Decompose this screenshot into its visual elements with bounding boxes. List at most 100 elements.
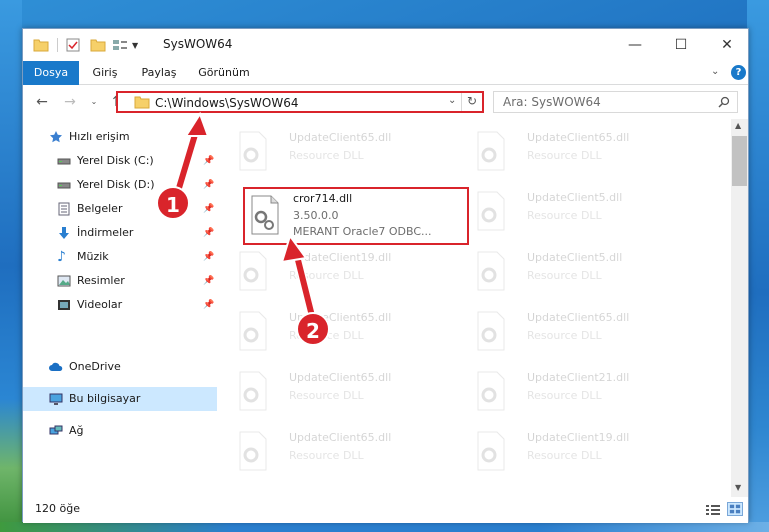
file-name: UpdateClient65.dll [527,131,630,144]
scrollbar-thumb[interactable] [732,136,747,186]
file-item[interactable]: UpdateClient19.dll Resource DLL [219,247,449,299]
file-description: Resource DLL [527,209,602,222]
maximize-button[interactable]: ☐ [658,29,704,61]
minimize-button[interactable]: — [612,29,658,61]
chevron-down-icon[interactable]: ▼ [132,41,138,50]
sidebar-item-label: Videolar [77,298,123,311]
file-item[interactable]: UpdateClient65.dll Resource DLL [457,127,687,179]
quick-access-toolbar: ▼ [33,37,138,53]
view-options-icon[interactable] [112,38,128,52]
sidebar-item-local-disk-d[interactable]: Yerel Disk (D:) 📌 [23,173,217,197]
dll-file-icon [477,251,505,291]
file-description: Resource DLL [289,449,364,462]
file-item[interactable]: UpdateClient65.dll Resource DLL [219,427,449,479]
explorer-window: ▼ SysWOW64 — ☐ ✕ Dosya Giriş Paylaş Görü… [22,28,749,523]
sidebar-item-label: Müzik [77,250,109,263]
scroll-up-icon[interactable]: ▲ [735,121,741,130]
sidebar-item-label: Yerel Disk (C:) [77,154,154,167]
cloud-icon [49,362,63,371]
sidebar-item-pictures[interactable]: Resimler 📌 [23,269,217,293]
details-view-icon[interactable] [705,503,721,517]
pin-icon[interactable]: 📌 [203,245,214,269]
music-icon: ♪ [57,249,66,265]
pin-icon[interactable]: 📌 [203,173,214,197]
help-icon[interactable]: ? [731,65,746,80]
drive-icon [57,182,71,189]
desktop-wallpaper-right [747,0,769,532]
sidebar-item-quick-access[interactable]: Hızlı erişim [23,125,217,149]
sidebar-item-label: OneDrive [69,360,121,373]
desktop-wallpaper-left [0,0,22,532]
sidebar-item-onedrive[interactable]: OneDrive [23,355,217,379]
window-title: SysWOW64 [163,37,233,51]
navigation-pane: Hızlı erişim Yerel Disk (C:) 📌 Yerel Dis… [23,119,217,479]
network-icon [49,425,63,435]
new-folder-icon[interactable] [90,38,106,52]
tab-file[interactable]: Dosya [23,61,79,85]
recent-locations-icon[interactable]: ⌄ [85,93,103,111]
address-dropdown-icon[interactable]: ⌄ [448,95,456,106]
tab-share[interactable]: Paylaş [135,61,183,85]
file-item[interactable]: UpdateClient19.dll Resource DLL [457,427,687,479]
search-icon [718,96,730,108]
pin-icon[interactable]: 📌 [203,269,214,293]
pin-icon[interactable]: 📌 [203,293,214,317]
file-description: Resource DLL [527,389,602,402]
sidebar-item-label: Hızlı erişim [69,130,130,143]
back-arrow-icon[interactable]: ← [33,93,51,111]
sidebar-item-music[interactable]: ♪ Müzik 📌 [23,245,217,269]
sidebar-item-this-pc[interactable]: Bu bilgisayar [23,387,217,411]
file-item[interactable]: UpdateClient65.dll Resource DLL [219,307,449,359]
item-count: 120 öğe [35,502,80,515]
address-bar[interactable]: C:\Windows\SysWOW64 ⌄ ↻ [116,91,484,113]
computer-icon [49,393,63,405]
file-item[interactable]: UpdateClient65.dll Resource DLL [219,367,449,419]
file-item[interactable]: UpdateClient5.dll Resource DLL [457,247,687,299]
tab-view[interactable]: Görünüm [195,61,253,85]
properties-icon[interactable] [66,38,80,52]
file-name: UpdateClient19.dll [527,431,630,444]
forward-arrow-icon[interactable]: → [61,93,79,111]
pictures-icon [57,275,71,287]
annotation-callout-1: 1 [156,186,190,220]
pin-icon[interactable]: 📌 [203,197,214,221]
sidebar-item-label: Belgeler [77,202,123,215]
sidebar-item-downloads[interactable]: İndirmeler 📌 [23,221,217,245]
title-bar: ▼ SysWOW64 — ☐ ✕ [23,29,748,61]
pin-icon[interactable]: 📌 [203,221,214,245]
dll-file-icon [239,131,267,171]
file-description: Resource DLL [527,329,602,342]
dll-file-icon [477,431,505,471]
file-item[interactable]: UpdateClient65.dll Resource DLL [219,127,449,179]
file-description: Resource DLL [527,449,602,462]
video-icon [58,300,70,310]
sidebar-item-local-disk-c[interactable]: Yerel Disk (C:) 📌 [23,149,217,173]
highlighted-file-item[interactable]: cror714.dll 3.50.0.0 MERANT Oracle7 ODBC… [243,187,469,245]
sidebar-item-label: İndirmeler [77,226,134,239]
vertical-scrollbar[interactable]: ▲ ▼ [731,119,748,497]
sidebar-item-network[interactable]: Ağ [23,419,217,443]
file-item[interactable]: UpdateClient5.dll Resource DLL [457,187,687,239]
sidebar-item-videos[interactable]: Videolar 📌 [23,293,217,317]
tab-home[interactable]: Giriş [85,61,125,85]
file-item[interactable]: UpdateClient65.dll Resource DLL [457,307,687,359]
file-item[interactable]: UpdateClient21.dll Resource DLL [457,367,687,419]
refresh-icon[interactable]: ↻ [467,94,477,108]
status-bar: 120 öğe [23,497,748,523]
sidebar-item-label: Ağ [69,424,84,437]
ribbon-expand-icon[interactable]: ⌄ [711,66,719,77]
file-version: 3.50.0.0 [293,209,339,222]
download-icon [59,227,69,239]
close-button[interactable]: ✕ [704,29,750,61]
scroll-down-icon[interactable]: ▼ [735,483,741,492]
tiles-view-icon[interactable] [727,502,743,516]
folder-icon[interactable] [33,38,49,52]
dll-file-icon [477,311,505,351]
search-input[interactable]: Ara: SysWOW64 [493,91,738,113]
search-placeholder: Ara: SysWOW64 [503,95,601,109]
file-name: cror714.dll [293,192,353,205]
file-description: MERANT Oracle7 ODBC... [293,225,432,238]
file-description: Resource DLL [289,149,364,162]
desktop-wallpaper-bottom [0,522,769,532]
pin-icon[interactable]: 📌 [203,149,214,173]
